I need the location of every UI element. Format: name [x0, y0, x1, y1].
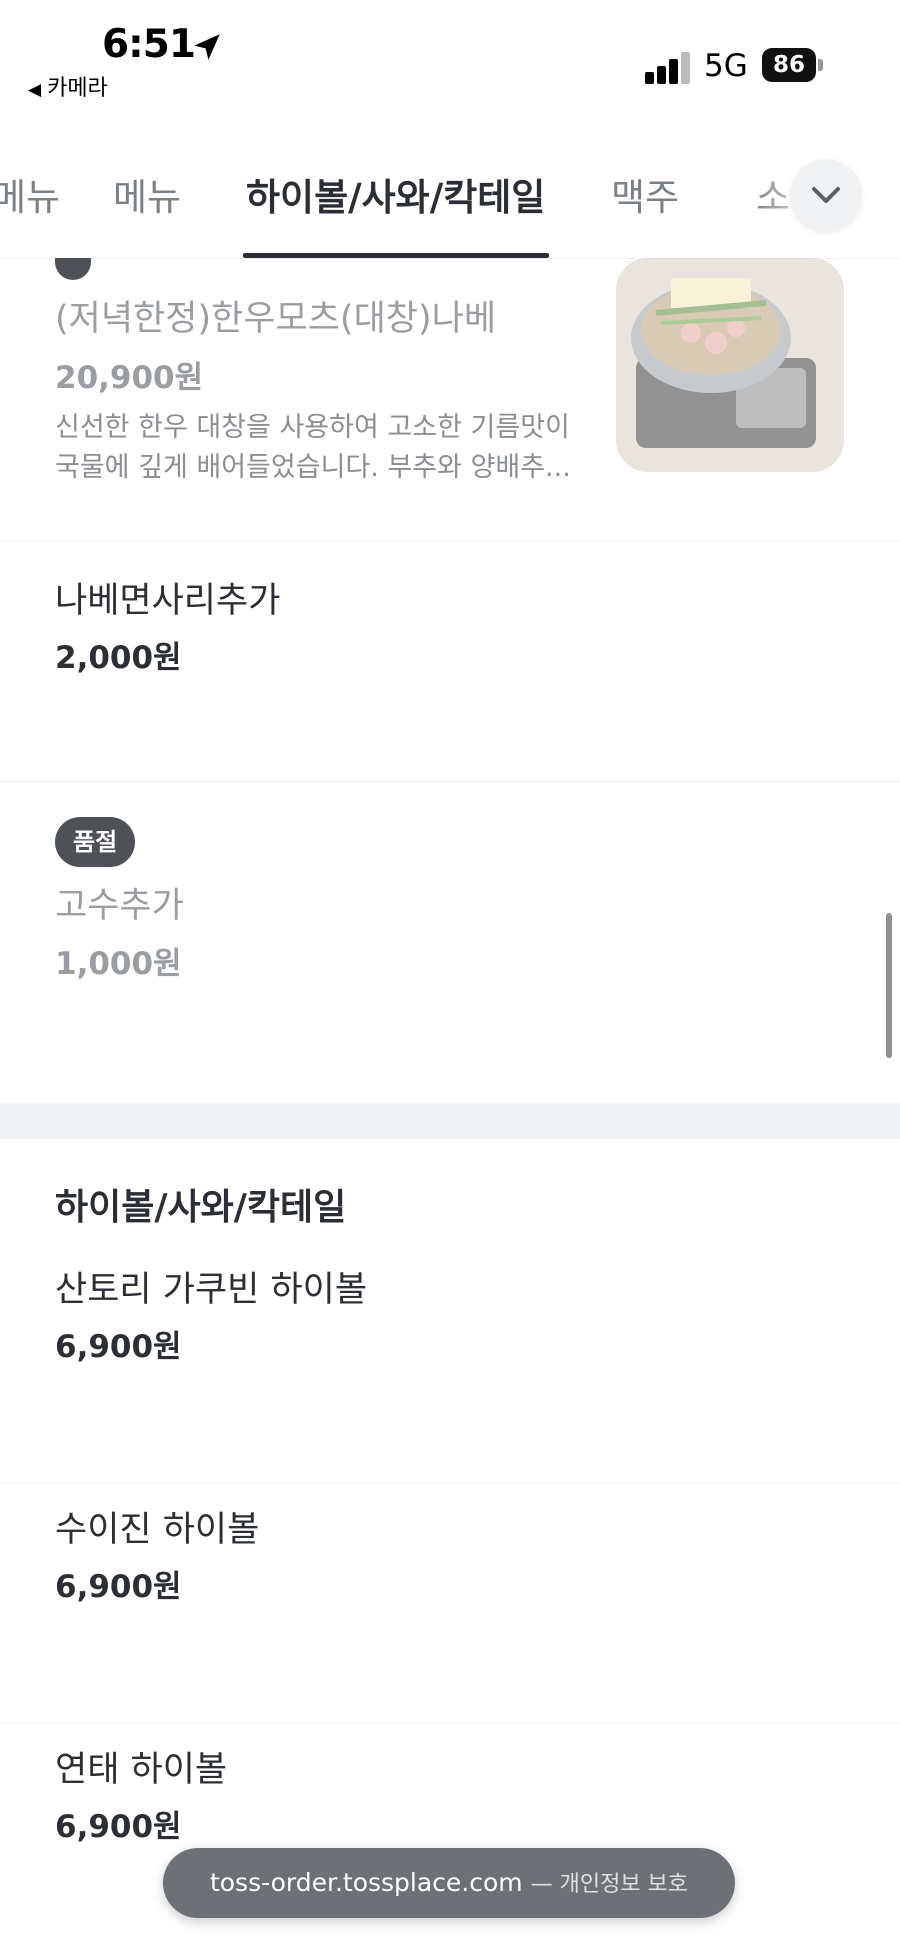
item-name: 산토리 가쿠빈 하이볼: [55, 1270, 368, 1310]
section-title: 하이볼/사와/칵테일: [55, 1187, 347, 1228]
item-photo: [616, 258, 844, 472]
tab-highball-sour-cocktail[interactable]: 하이볼/사와/칵테일: [246, 167, 545, 221]
hot-pot-image: [616, 258, 844, 472]
section-divider: [0, 1103, 900, 1139]
item-name: 수이진 하이볼: [55, 1510, 260, 1550]
url-domain: toss-order.tossplace.com: [209, 1868, 523, 1897]
item-name: 나베면사리추가: [55, 581, 281, 621]
clock: 6:51: [102, 22, 196, 67]
menu-item[interactable]: (저녁한정)한우모츠(대창)나베 20,900원 신선한 한우 대창을 사용하여…: [0, 258, 900, 541]
status-bar: 6:51 ◀ 카메라 5G 86: [0, 0, 900, 115]
sold-out-badge: 품절: [55, 817, 136, 867]
tab-beer[interactable]: 맥주: [611, 167, 679, 221]
item-badge-partial: [55, 258, 91, 280]
cellular-signal-icon: [645, 52, 691, 84]
item-price: 1,000원: [55, 946, 182, 982]
address-bar[interactable]: toss-order.tossplace.com — 개인정보 보호: [163, 1848, 735, 1918]
item-price: 20,900원: [55, 360, 204, 396]
battery-icon: 86: [762, 48, 816, 82]
back-triangle-icon: ◀: [28, 80, 42, 100]
menu-item[interactable]: 나베면사리추가 2,000원: [0, 540, 900, 782]
battery-cap: [818, 59, 823, 71]
item-price: 2,000원: [55, 640, 182, 676]
location-arrow-icon: [194, 34, 220, 60]
network-type: 5G: [704, 48, 748, 84]
back-to-app-button[interactable]: ◀ 카메라: [28, 70, 108, 102]
menu-item[interactable]: 품절 고수추가 1,000원: [0, 781, 900, 1103]
item-price: 6,900원: [55, 1329, 182, 1365]
item-name: 고수추가: [55, 886, 184, 926]
tab-menu-partial[interactable]: 메뉴: [0, 167, 60, 221]
item-name: 연태 하이볼: [55, 1750, 228, 1790]
menu-list: (저녁한정)한우모츠(대창)나베 20,900원 신선한 한우 대창을 사용하여…: [0, 258, 900, 1951]
item-price: 6,900원: [55, 1809, 182, 1845]
category-tabs: 메뉴 메뉴 하이볼/사와/칵테일 맥주 소: [0, 115, 900, 259]
scrollbar[interactable]: [886, 913, 892, 1058]
expand-categories-button[interactable]: [790, 159, 862, 231]
tab-menu[interactable]: 메뉴: [113, 167, 181, 221]
menu-item[interactable]: 산토리 가쿠빈 하이볼 6,900원: [0, 1243, 900, 1484]
item-price: 6,900원: [55, 1569, 182, 1605]
back-app-label: 카메라: [47, 76, 108, 101]
item-description: 신선한 한우 대창을 사용하여 고소한 기름맛이 국물에 깊게 배어들었습니다.…: [55, 412, 571, 483]
chevron-down-icon: [812, 187, 840, 203]
privacy-note: — 개인정보 보호: [530, 1872, 689, 1897]
item-name: (저녁한정)한우모츠(대창)나베: [55, 299, 497, 339]
battery-level: 86: [772, 52, 805, 78]
menu-item[interactable]: 수이진 하이볼 6,900원: [0, 1483, 900, 1724]
